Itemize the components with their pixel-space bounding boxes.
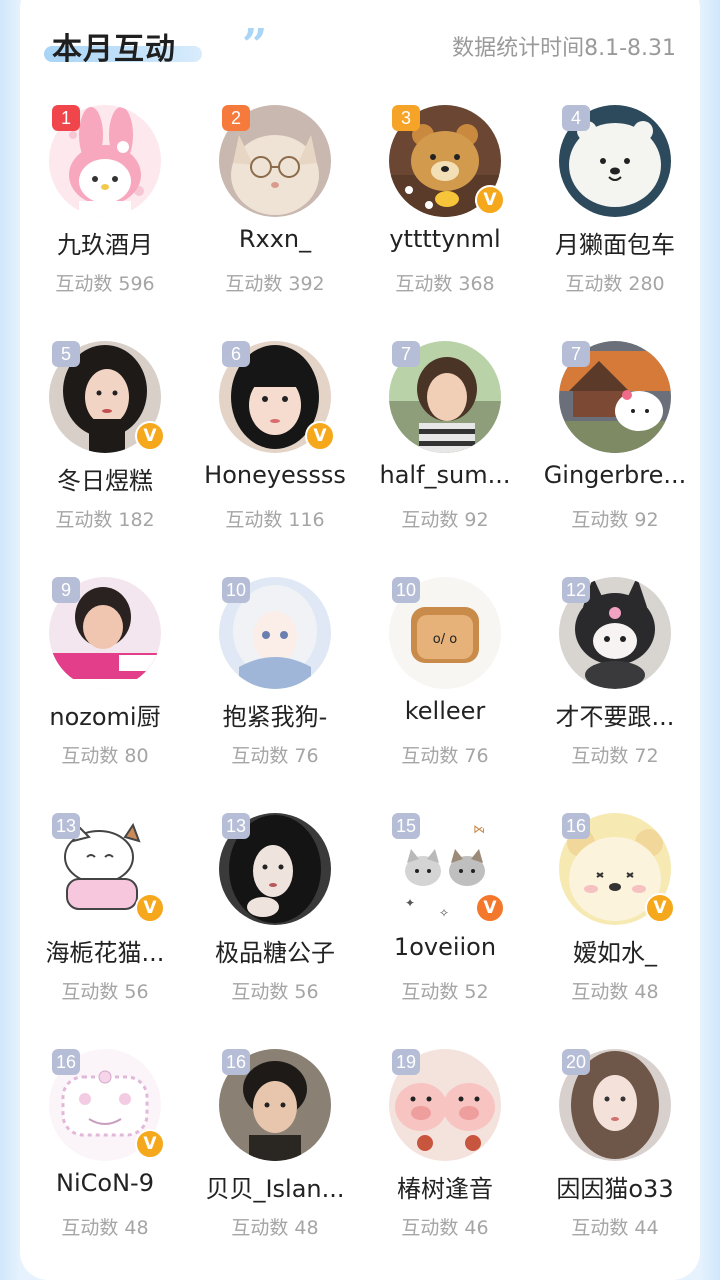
interaction-count: 互动数 368	[395, 273, 495, 295]
interaction-count: 互动数 72	[571, 745, 659, 767]
vip-badge-icon: V	[305, 421, 335, 451]
rank-badge: 16	[562, 813, 590, 839]
user-card[interactable]: 12 才不要跟... 互动数 72	[530, 567, 700, 803]
user-name[interactable]: 海栀花猫...	[20, 933, 190, 968]
svg-text:o/ o: o/ o	[433, 632, 457, 647]
vip-badge-icon: V	[475, 185, 505, 215]
user-card[interactable]: 1 九玖酒月互动数 596	[20, 95, 190, 331]
rank-badge: 2	[222, 105, 250, 131]
section-header: 本月互动 ” 数据统计时间8.1-8.31	[0, 0, 720, 80]
rank-badge: 15	[392, 813, 420, 839]
user-name[interactable]: nozomi厨	[20, 697, 190, 732]
rank-badge: 4	[562, 105, 590, 131]
user-card[interactable]: 16 V NiCoN-9 互动数 48	[20, 1039, 190, 1275]
vip-badge-icon: V	[475, 893, 505, 923]
stat-time-label: 数据统计时间8.1-8.31	[452, 36, 676, 61]
user-name[interactable]: 抱紧我狗-	[190, 697, 360, 732]
interaction-count: 互动数 52	[401, 981, 489, 1003]
rank-badge: 9	[52, 577, 80, 603]
user-card[interactable]: 13 极品糖公子互动数 56	[190, 803, 360, 1039]
user-card[interactable]: 6 V Honeyessss 互动数 116	[190, 331, 360, 567]
user-name[interactable]: Gingerbre...	[530, 461, 700, 489]
user-card[interactable]: o/ o 10 kelleer 互动数 76	[360, 567, 530, 803]
user-name[interactable]: 九玖酒月	[20, 225, 190, 260]
rank-badge: 10	[392, 577, 420, 603]
user-name[interactable]: Rxxn_	[190, 225, 360, 253]
user-card[interactable]: 9 nozomi厨互动数 80	[20, 567, 190, 803]
user-card[interactable]: 13 V 海栀花猫... 互动数 56	[20, 803, 190, 1039]
user-card[interactable]: 10 抱紧我狗- 互动数 76	[190, 567, 360, 803]
interaction-count: 互动数 76	[401, 745, 489, 767]
user-name[interactable]: 贝贝_Islan...	[190, 1169, 360, 1204]
rank-badge: 13	[222, 813, 250, 839]
vip-badge-icon: V	[135, 893, 165, 923]
page-title: 本月互动	[52, 32, 176, 67]
interaction-count: 互动数 92	[401, 509, 489, 531]
rank-badge: 7	[562, 341, 590, 367]
interaction-count: 互动数 116	[225, 509, 325, 531]
interaction-count: 互动数 48	[61, 1217, 149, 1239]
interaction-count: 互动数 80	[61, 745, 149, 767]
interaction-count: 互动数 56	[231, 981, 319, 1003]
user-card[interactable]: 20 因因猫o33 互动数 44	[530, 1039, 700, 1275]
user-card[interactable]: 16 贝贝_Islan... 互动数 48	[190, 1039, 360, 1275]
rank-badge: 20	[562, 1049, 590, 1075]
rank-badge: 12	[562, 577, 590, 603]
rank-badge: 3	[392, 105, 420, 131]
user-name[interactable]: 1oveiion	[360, 933, 530, 961]
user-name[interactable]: kelleer	[360, 697, 530, 725]
quote-icon: ”	[242, 20, 268, 71]
interaction-count: 互动数 92	[571, 509, 659, 531]
user-name[interactable]: half_sum...	[360, 461, 530, 489]
rank-badge: 5	[52, 341, 80, 367]
interaction-count: 互动数 280	[565, 273, 665, 295]
title-block: 本月互动 ”	[42, 20, 267, 68]
user-name[interactable]: NiCoN-9	[20, 1169, 190, 1197]
rank-badge: 13	[52, 813, 80, 839]
user-card[interactable]: 4 月獭面包车互动数 280	[530, 95, 700, 331]
user-name[interactable]: Honeyessss	[190, 461, 360, 489]
user-card[interactable]: ✦⋈✦✧15V1oveiion互动数 52	[360, 803, 530, 1039]
interaction-count: 互动数 182	[55, 509, 155, 531]
user-name[interactable]: 冬日煜糕	[20, 461, 190, 496]
svg-text:✦: ✦	[405, 896, 415, 910]
user-name[interactable]: 因因猫o33	[530, 1169, 700, 1204]
user-card[interactable]: 7 half_sum... 互动数 92	[360, 331, 530, 567]
user-card[interactable]: 3 Vyttttynml 互动数 368	[360, 95, 530, 331]
vip-badge-icon: V	[135, 1129, 165, 1159]
interaction-count: 互动数 46	[401, 1217, 489, 1239]
interaction-count: 互动数 48	[231, 1217, 319, 1239]
user-card[interactable]: 7 Gingerbre... 互动数 92	[530, 331, 700, 567]
vip-badge-icon: V	[645, 893, 675, 923]
user-name[interactable]: 极品糖公子	[190, 933, 360, 968]
rank-badge: 19	[392, 1049, 420, 1075]
interaction-count: 互动数 56	[61, 981, 149, 1003]
user-name[interactable]: yttttynml	[360, 225, 530, 253]
rank-badge: 6	[222, 341, 250, 367]
user-name[interactable]: 才不要跟...	[530, 697, 700, 732]
user-card[interactable]: 5 V 冬日煜糕互动数 182	[20, 331, 190, 567]
interaction-count: 互动数 76	[231, 745, 319, 767]
rank-badge: 1	[52, 105, 80, 131]
user-card[interactable]: 2 Rxxn_ 互动数 392	[190, 95, 360, 331]
rank-badge: 7	[392, 341, 420, 367]
user-name[interactable]: 嫒如水_	[530, 933, 700, 968]
rank-badge: 16	[52, 1049, 80, 1075]
svg-text:✧: ✧	[439, 906, 449, 920]
user-card[interactable]: 19 椿树逢音互动数 46	[360, 1039, 530, 1275]
interaction-count: 互动数 44	[571, 1217, 659, 1239]
vip-badge-icon: V	[135, 421, 165, 451]
rank-badge: 16	[222, 1049, 250, 1075]
interaction-count: 互动数 596	[55, 273, 155, 295]
svg-text:⋈: ⋈	[473, 822, 485, 836]
interaction-count: 互动数 392	[225, 273, 325, 295]
user-name[interactable]: 椿树逢音	[360, 1169, 530, 1204]
rank-badge: 10	[222, 577, 250, 603]
user-grid: 1 九玖酒月互动数 596 2 Rxxn_ 互动数 392 3 Vyttttynml 互动数 …	[20, 95, 700, 1260]
interaction-count: 互动数 48	[571, 981, 659, 1003]
user-name[interactable]: 月獭面包车	[530, 225, 700, 260]
user-card[interactable]: 16 V 嫒如水_ 互动数 48	[530, 803, 700, 1039]
